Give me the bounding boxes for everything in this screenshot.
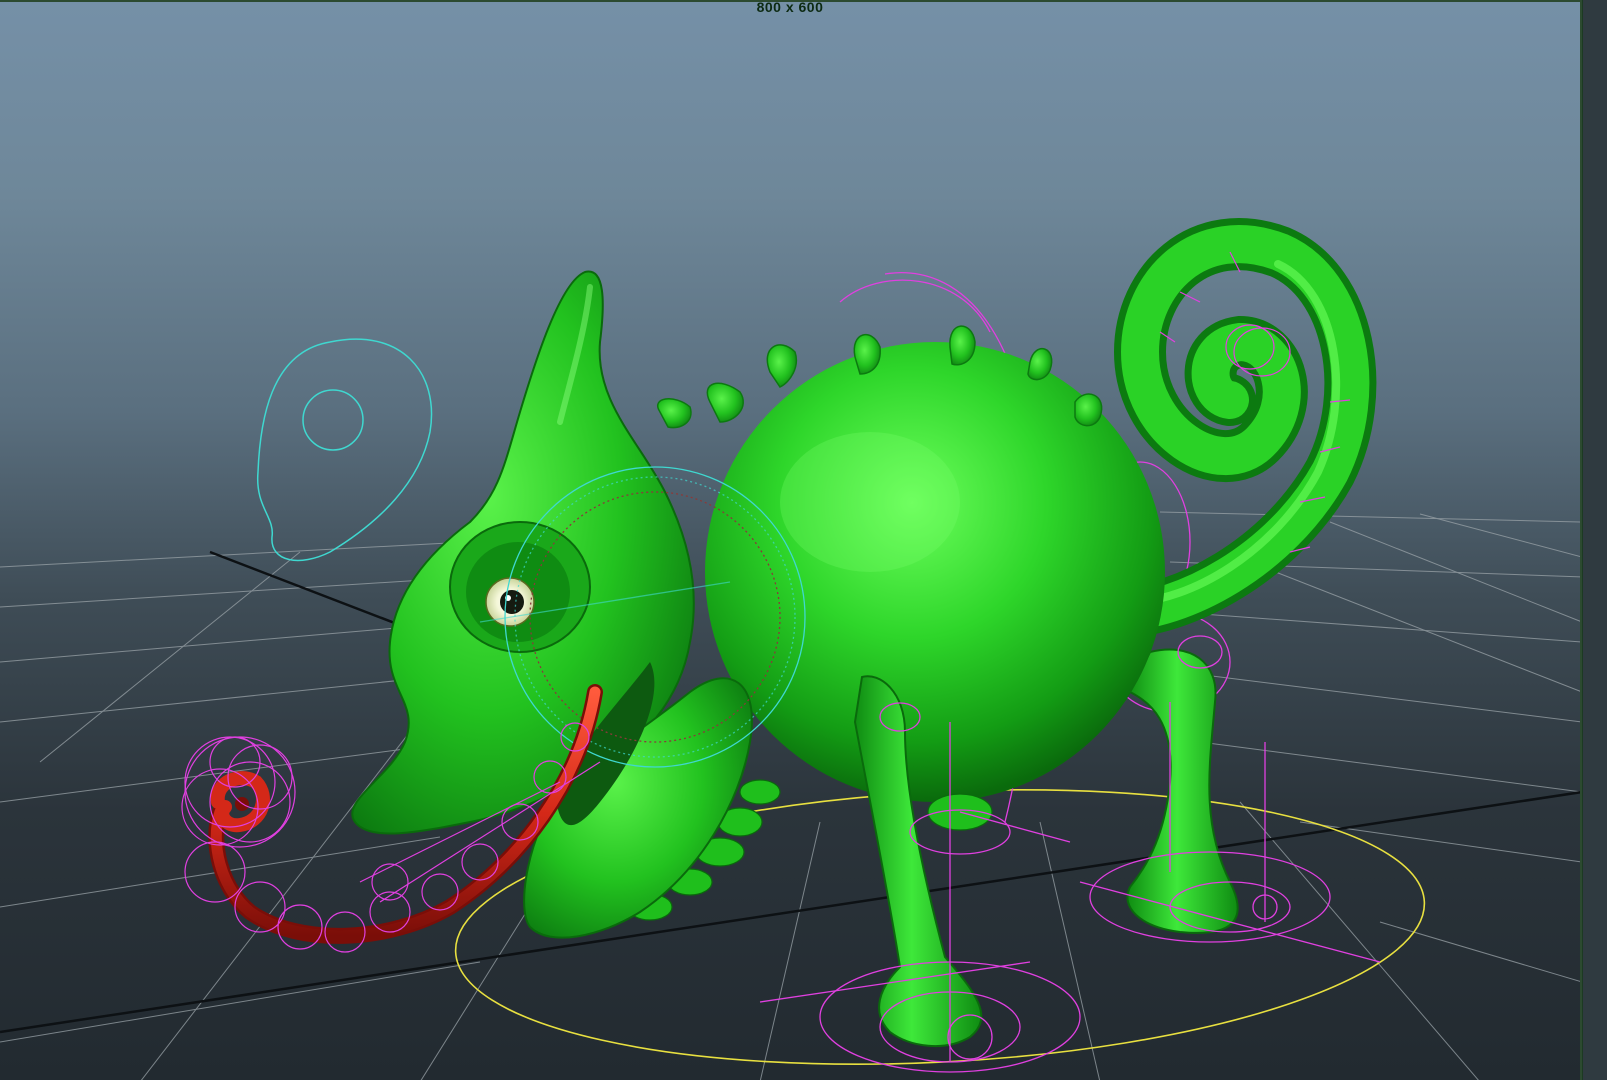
- viewport-side-strip: [1582, 0, 1607, 1080]
- chameleon-head: [351, 270, 753, 939]
- chameleon-eye: [485, 577, 535, 627]
- eye-aim-control[interactable]: [257, 338, 433, 562]
- scene-canvas[interactable]: [0, 2, 1582, 1080]
- perspective-viewport[interactable]: 800 x 600: [0, 0, 1582, 1080]
- back-right-leg: [1126, 648, 1239, 934]
